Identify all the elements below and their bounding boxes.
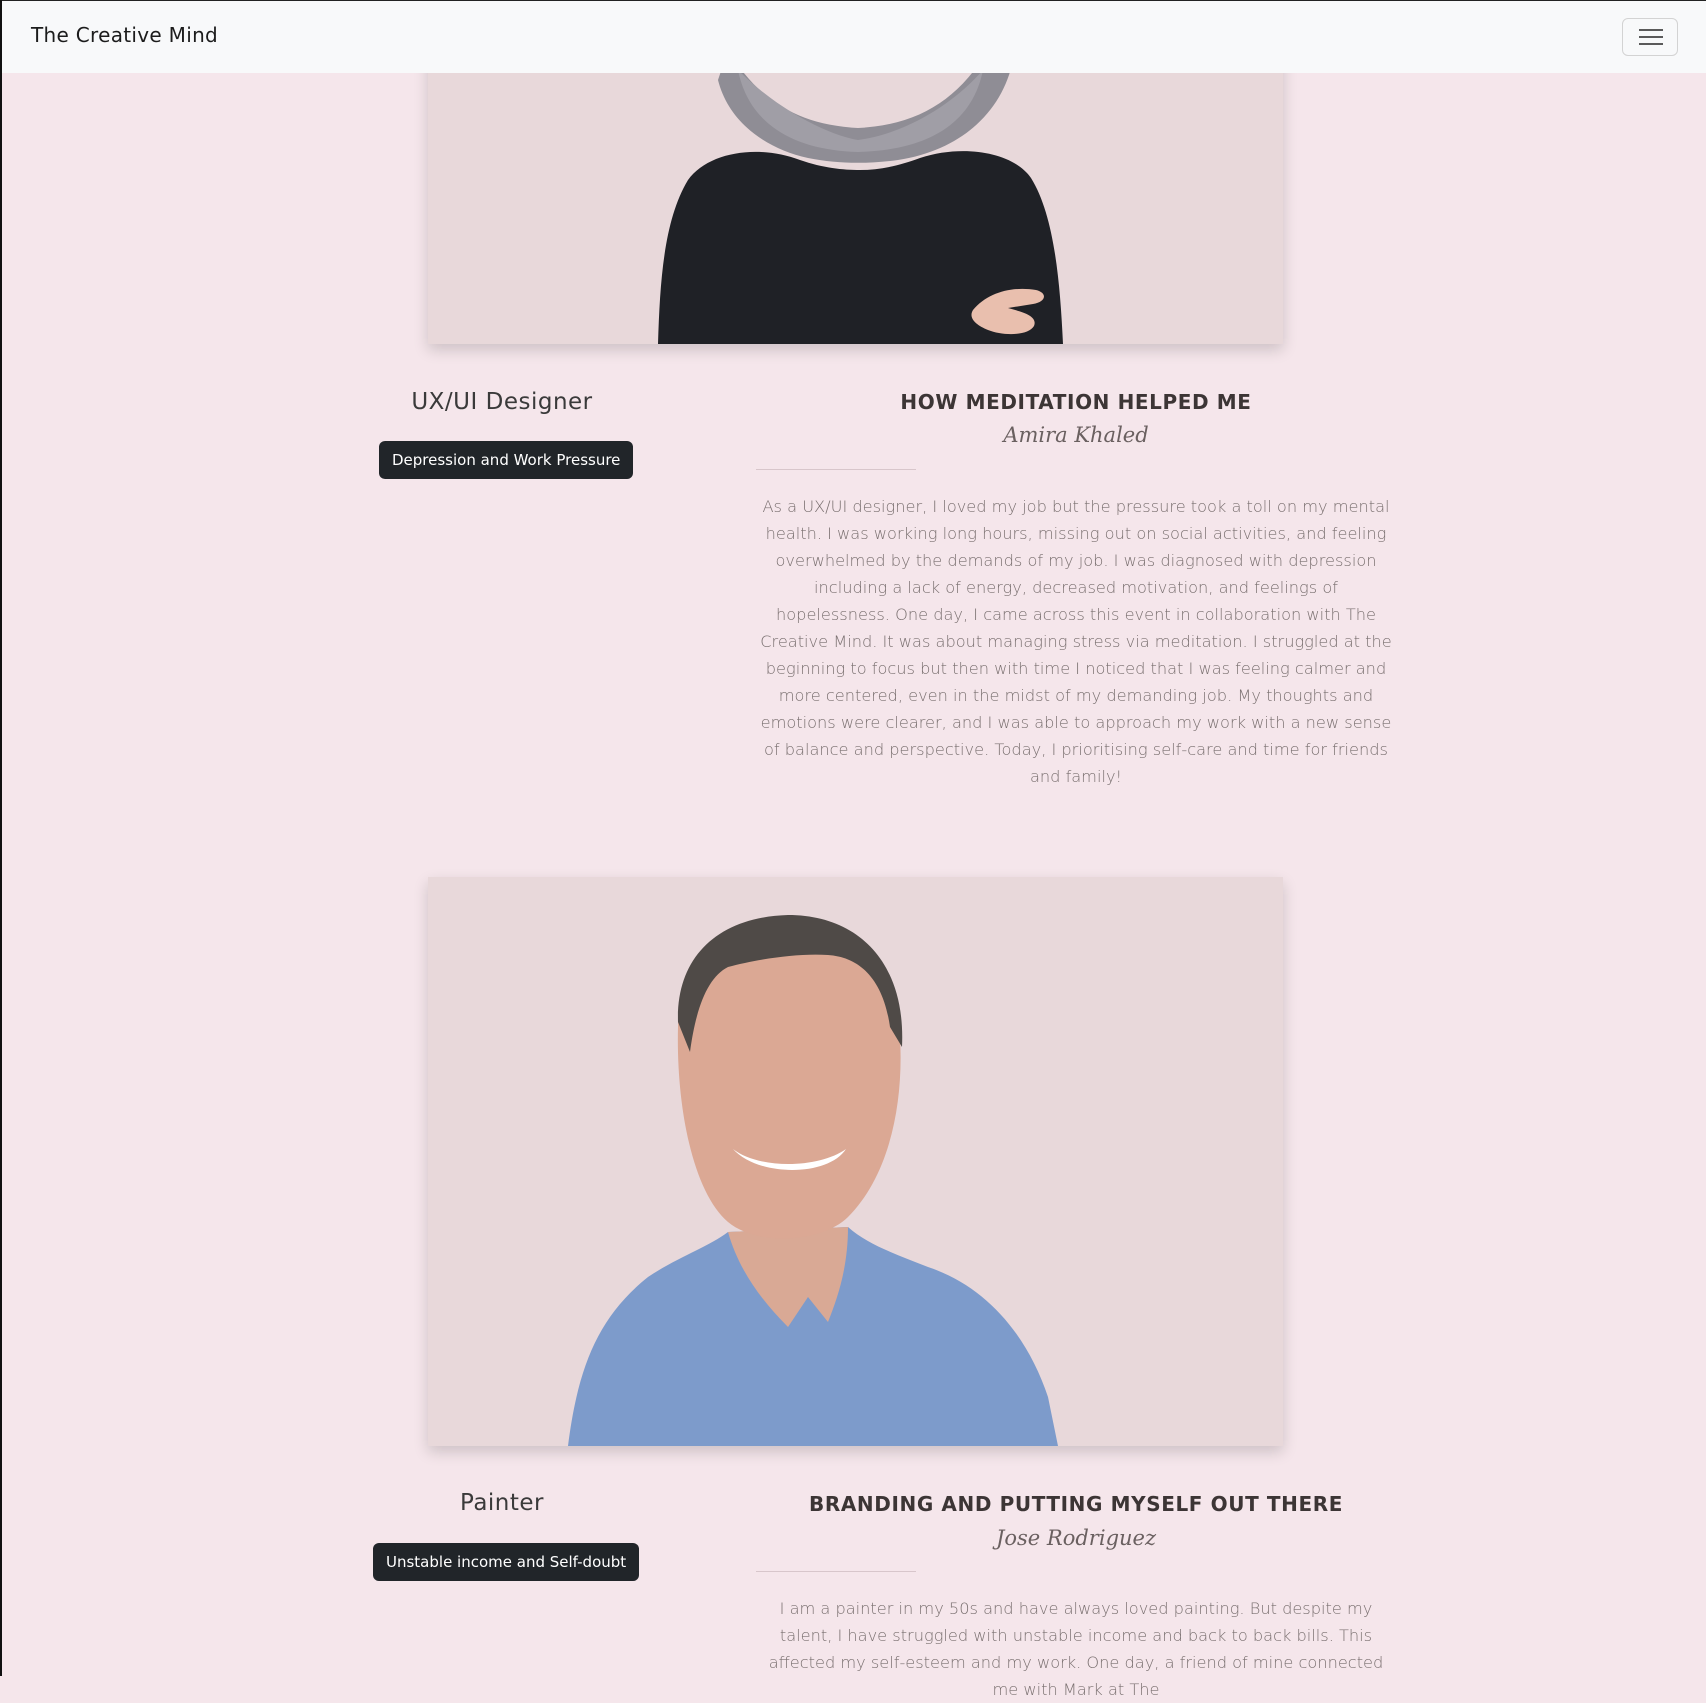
menu-bar	[1639, 29, 1663, 31]
divider	[756, 1571, 916, 1572]
divider	[756, 469, 916, 470]
hamburger-menu-icon[interactable]	[1622, 18, 1678, 56]
story-title: BRANDING AND PUTTING MYSELF OUT THERE	[809, 1492, 1343, 1516]
story-author: Amira Khaled	[1003, 423, 1149, 447]
story-photo	[428, 40, 1283, 344]
navbar: The Creative Mind	[2, 0, 1706, 73]
story-text: I am a painter in my 50s and have always…	[768, 1599, 1384, 1699]
story-badge: Unstable income and Self-doubt	[373, 1543, 640, 1581]
brand-link[interactable]: The Creative Mind	[31, 23, 218, 47]
menu-bar	[1639, 36, 1663, 38]
story-author: Jose Rodriguez	[995, 1526, 1157, 1550]
story-title: HOW MEDITATION HELPED ME	[900, 390, 1252, 414]
story-role: Painter	[459, 1490, 545, 1516]
story-photo	[428, 877, 1283, 1446]
story-role: UX/UI Designer	[411, 389, 593, 415]
menu-bar	[1639, 43, 1663, 45]
story-badge: Depression and Work Pressure	[379, 441, 634, 479]
story-text: As a UX/UI designer, I loved my job but …	[760, 497, 1392, 786]
